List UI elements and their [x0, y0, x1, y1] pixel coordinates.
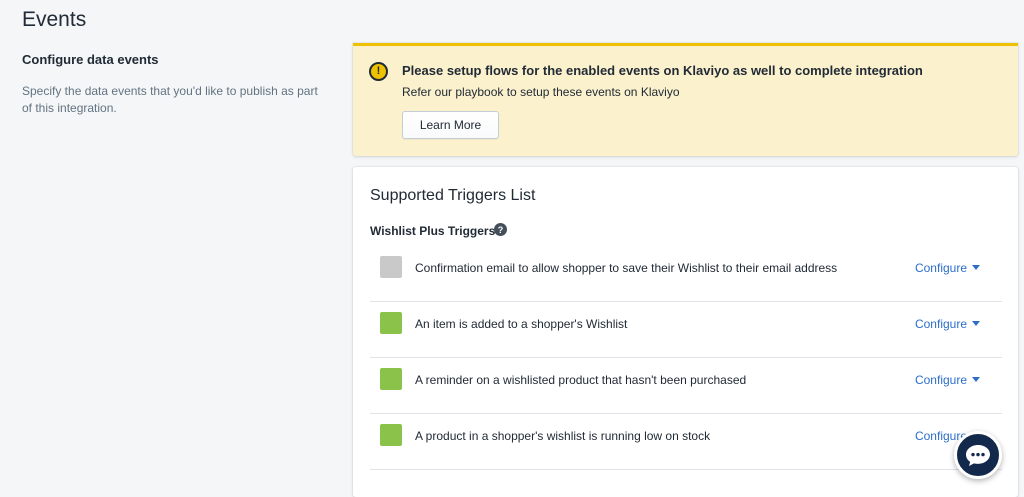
triggers-card: Supported Triggers List Wishlist Plus Tr… — [353, 167, 1018, 497]
configure-dropdown[interactable]: Configure — [915, 317, 980, 331]
question-circle-icon[interactable]: ? — [494, 223, 507, 236]
warning-banner: ! Please setup flows for the enabled eve… — [353, 43, 1018, 156]
card-title: Supported Triggers List — [370, 187, 536, 204]
section-help-text: Specify the data events that you'd like … — [22, 84, 318, 115]
trigger-toggle[interactable] — [380, 424, 402, 446]
caret-down-icon — [972, 377, 980, 382]
configure-dropdown[interactable]: Configure — [915, 261, 980, 275]
trigger-row: An item is added to a shopper's Wishlist… — [370, 302, 1002, 358]
caret-down-icon — [972, 321, 980, 326]
triggers-section-title: Wishlist Plus Triggers — [370, 224, 496, 238]
learn-more-button[interactable]: Learn More — [402, 111, 499, 139]
configure-dropdown[interactable]: Configure — [915, 373, 980, 387]
trigger-row: Confirmation email to allow shopper to s… — [370, 246, 1002, 302]
configure-label: Configure — [914, 261, 967, 275]
trigger-row: A product in a shopper's wishlist is run… — [370, 414, 1002, 470]
trigger-label: Confirmation email to allow shopper to s… — [415, 261, 838, 275]
section-heading: Configure data events — [22, 52, 159, 67]
exclamation-circle-icon: ! — [369, 62, 388, 81]
configure-label: Configure — [914, 317, 967, 331]
configure-label: Configure — [914, 373, 967, 387]
chat-widget-button[interactable] — [954, 431, 1002, 479]
page-title: Events — [22, 8, 87, 31]
banner-title: Please setup flows for the enabled event… — [402, 63, 923, 78]
chat-bubble-icon — [966, 445, 990, 466]
banner-text: Refer our playbook to setup these events… — [402, 85, 680, 99]
section-description: Configure data events Specify the data e… — [22, 52, 332, 117]
trigger-toggle[interactable] — [380, 368, 402, 390]
trigger-label: A product in a shopper's wishlist is run… — [415, 429, 711, 443]
caret-down-icon — [972, 265, 980, 270]
trigger-toggle[interactable] — [380, 312, 402, 334]
trigger-row: A reminder on a wishlisted product that … — [370, 358, 1002, 414]
trigger-toggle[interactable] — [380, 256, 402, 278]
trigger-label: An item is added to a shopper's Wishlist — [415, 317, 628, 331]
trigger-label: A reminder on a wishlisted product that … — [415, 373, 747, 387]
